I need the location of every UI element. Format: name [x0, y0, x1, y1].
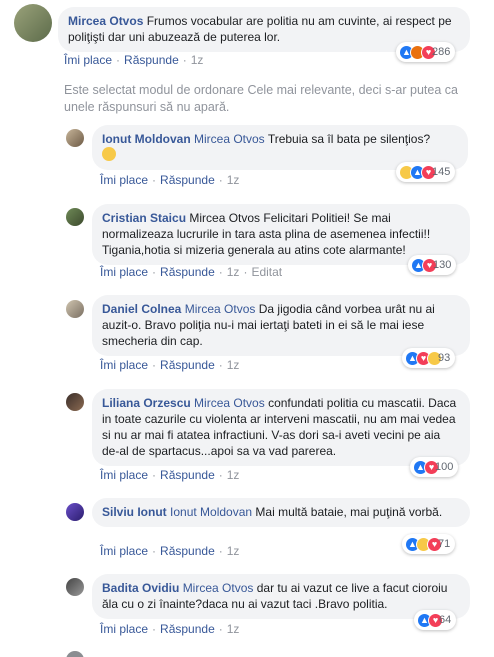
comment-text: Mai multă bataie, mai puţină vorbă. [255, 505, 443, 519]
comment-author[interactable]: Silviu Ionut [102, 505, 167, 519]
timestamp[interactable]: 1z [227, 468, 240, 482]
edited-label[interactable]: Editat [251, 265, 282, 279]
mention-link[interactable]: Mircea Otvos [185, 302, 256, 316]
reply-button[interactable]: Răspunde [160, 358, 215, 372]
reactions-summary[interactable]: ▲ ♥ 64 [414, 610, 457, 630]
reactions-summary[interactable]: ▲ ♥ 286 [396, 42, 456, 62]
avatar[interactable] [66, 578, 84, 596]
reactions-summary[interactable]: ▲ ♥ 130 [408, 255, 457, 275]
comment-actions: Îmi place · Răspunde · 1z [100, 358, 240, 372]
avatar[interactable] [66, 393, 84, 411]
sort-notice: Este selectat modul de ordonare Cele mai… [64, 83, 458, 114]
avatar[interactable] [66, 503, 84, 521]
comment-actions: Îmi place · Răspunde · 1z · Editat [100, 265, 283, 279]
reactions-summary[interactable]: ▲ ♥ 100 [410, 457, 459, 477]
comment-bubble: Liliana Orzescu Mircea Otvos confundati … [92, 389, 470, 466]
comment-actions: Îmi place · Răspunde · 1z [100, 622, 240, 636]
like-button[interactable]: Îmi place [100, 173, 148, 187]
avatar[interactable] [66, 208, 84, 226]
timestamp[interactable]: 1z [227, 173, 240, 187]
timestamp[interactable]: 1z [227, 265, 240, 279]
reply-button[interactable]: Răspunde [160, 265, 215, 279]
like-button[interactable]: Îmi place [100, 544, 148, 558]
avatar[interactable] [66, 300, 84, 318]
comment-author[interactable]: Daniel Colnea [102, 302, 181, 316]
reaction-count: 71 [438, 538, 451, 550]
mention-link[interactable]: Ionut Moldovan [170, 505, 252, 519]
reaction-count: 145 [432, 166, 451, 178]
comment-bubble: Daniel Colnea Mircea Otvos Da jigodia câ… [92, 295, 470, 356]
comment-author[interactable]: Cristian Staicu [102, 211, 186, 225]
comment-author[interactable]: Mircea Otvos [68, 14, 143, 28]
reply-button[interactable]: Răspunde [160, 468, 215, 482]
comment-author[interactable]: Liliana Orzescu [102, 396, 191, 410]
reply-button[interactable]: Răspunde [160, 173, 215, 187]
comment-bubble: Silviu Ionut Ionut Moldovan Mai multă ba… [92, 498, 470, 527]
mention-text[interactable]: Mircea Otvos [189, 211, 260, 225]
reactions-summary[interactable]: ▲ ♥ 71 [402, 534, 456, 554]
reaction-count: 64 [439, 614, 452, 626]
mention-link[interactable]: Mircea Otvos [183, 581, 254, 595]
reply-button[interactable]: Răspunde [160, 544, 215, 558]
timestamp[interactable]: 1z [227, 622, 240, 636]
reaction-count: 93 [438, 352, 451, 364]
comment-bubble: Badita Ovidiu Mircea Otvos dar tu ai vaz… [92, 574, 470, 619]
like-button[interactable]: Îmi place [100, 265, 148, 279]
reply-button[interactable]: Răspunde [160, 622, 215, 636]
reactions-summary[interactable]: ▲ ♥ 145 [396, 162, 456, 182]
comment-text: Trebuia sa îl bata pe silenţios? [267, 132, 431, 146]
comment-actions: Îmi place · Răspunde · 1z [64, 53, 204, 67]
like-button[interactable]: Îmi place [100, 468, 148, 482]
like-button[interactable]: Îmi place [100, 622, 148, 636]
comment-author[interactable]: Badita Ovidiu [102, 581, 179, 595]
comment-actions: Îmi place · Răspunde · 1z [100, 468, 240, 482]
comment-actions: Îmi place · Răspunde · 1z [100, 544, 240, 558]
reaction-count: 130 [433, 259, 452, 271]
comment-author[interactable]: Ionut Moldovan [102, 132, 191, 146]
comment-actions: Îmi place · Răspunde · 1z [100, 173, 240, 187]
timestamp[interactable]: 1z [227, 544, 240, 558]
avatar[interactable] [66, 129, 84, 147]
reaction-count: 286 [432, 46, 451, 58]
grinning-face-emoji [102, 147, 116, 161]
like-button[interactable]: Îmi place [100, 358, 148, 372]
reactions-summary[interactable]: ▲ ♥ 93 [402, 348, 456, 368]
mention-link[interactable]: Mircea Otvos [194, 132, 265, 146]
timestamp[interactable]: 1z [191, 53, 204, 67]
timestamp[interactable]: 1z [227, 358, 240, 372]
reply-button[interactable]: Răspunde [124, 53, 179, 67]
avatar[interactable] [66, 651, 84, 657]
mention-link[interactable]: Mircea Otvos [194, 396, 265, 410]
like-button[interactable]: Îmi place [64, 53, 112, 67]
reaction-count: 100 [435, 461, 454, 473]
avatar[interactable] [14, 4, 52, 42]
